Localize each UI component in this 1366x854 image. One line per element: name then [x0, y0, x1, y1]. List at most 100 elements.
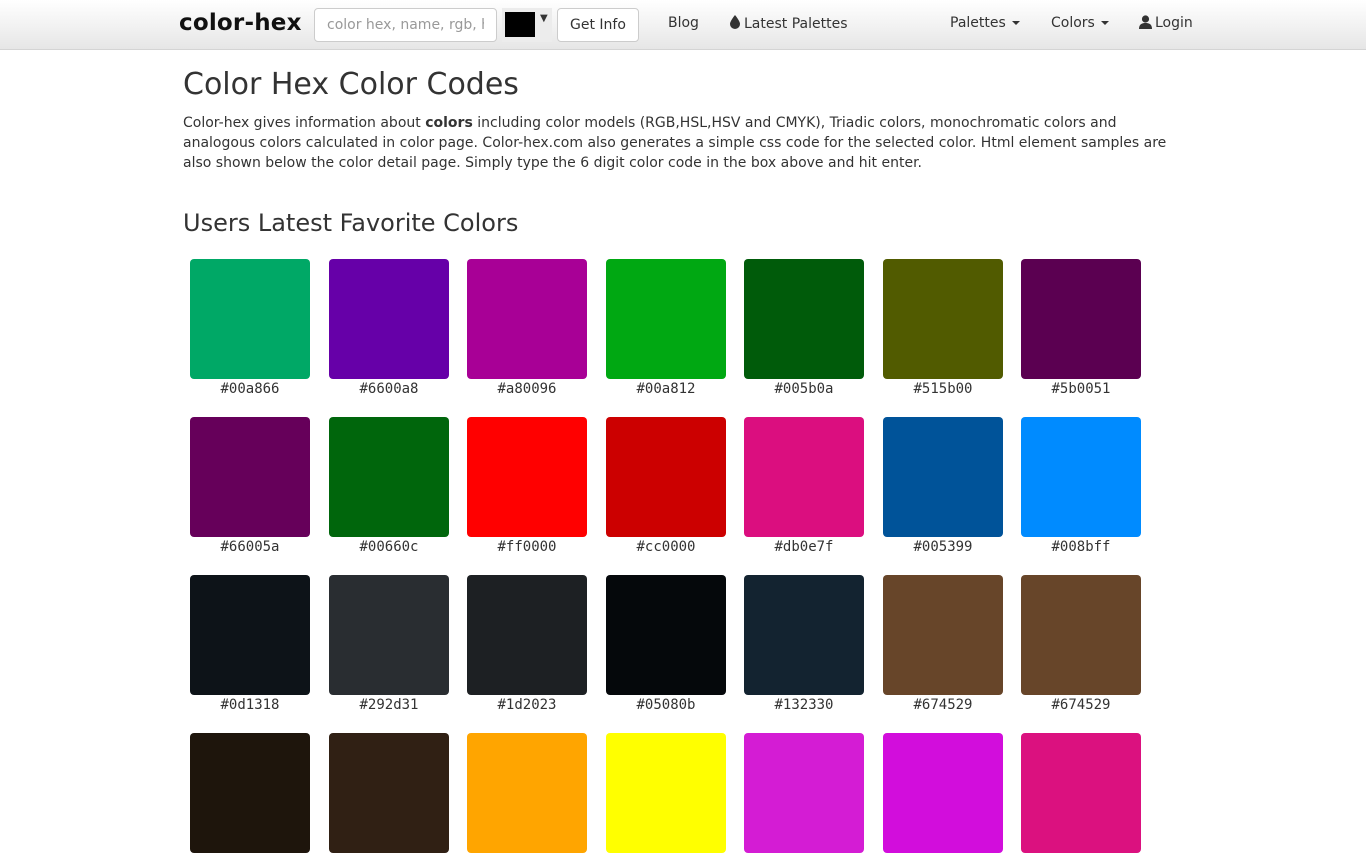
color-swatch[interactable]	[744, 259, 864, 379]
color-hex-label[interactable]: #0d1318	[183, 696, 317, 714]
color-swatch[interactable]	[883, 417, 1003, 537]
color-hex-label[interactable]: #005399	[876, 538, 1010, 556]
color-tile[interactable]	[183, 733, 317, 854]
color-tile[interactable]: #db0e7f	[737, 417, 871, 556]
color-swatch[interactable]	[883, 575, 1003, 695]
color-hex-label[interactable]: #a80096	[460, 380, 594, 398]
nav-login-label: Login	[1155, 15, 1193, 31]
color-swatch[interactable]	[467, 259, 587, 379]
color-swatch[interactable]	[1021, 259, 1141, 379]
color-tile[interactable]: #66005a	[183, 417, 317, 556]
color-swatch[interactable]	[190, 259, 310, 379]
color-swatch[interactable]	[1021, 575, 1141, 695]
color-picker[interactable]: ▼	[502, 8, 552, 42]
color-swatch[interactable]	[1021, 417, 1141, 537]
color-tile[interactable]: #05080b	[599, 575, 733, 714]
dropdown-arrow-icon[interactable]: ▼	[540, 13, 548, 24]
color-swatch[interactable]	[190, 575, 310, 695]
page-title: Color Hex Color Codes	[183, 67, 519, 102]
color-tile[interactable]: #292d31	[322, 575, 456, 714]
color-swatch[interactable]	[329, 259, 449, 379]
color-tile[interactable]: #005b0a	[737, 259, 871, 398]
color-hex-label[interactable]: #005b0a	[737, 380, 871, 398]
nav-latest-palettes[interactable]: Latest Palettes	[730, 15, 848, 33]
color-hex-label[interactable]: #00a812	[599, 380, 733, 398]
nav-colors-label: Colors	[1051, 15, 1095, 31]
favorites-section-title: Users Latest Favorite Colors	[183, 209, 519, 237]
color-swatch[interactable]	[467, 417, 587, 537]
color-swatch[interactable]	[190, 417, 310, 537]
color-tile[interactable]	[1014, 733, 1148, 854]
intro-text-start: Color-hex gives information about	[183, 115, 426, 131]
nav-palettes-label: Palettes	[950, 15, 1006, 31]
color-hex-label[interactable]: #008bff	[1014, 538, 1148, 556]
nav-blog-label: Blog	[668, 15, 699, 31]
color-hex-label[interactable]: #5b0051	[1014, 380, 1148, 398]
color-search-input[interactable]	[314, 8, 497, 42]
color-tile[interactable]: #008bff	[1014, 417, 1148, 556]
color-tile[interactable]: #132330	[737, 575, 871, 714]
color-tile[interactable]: #515b00	[876, 259, 1010, 398]
color-hex-label[interactable]: #515b00	[876, 380, 1010, 398]
color-tile[interactable]: #1d2023	[460, 575, 594, 714]
color-hex-label[interactable]: #6600a8	[322, 380, 456, 398]
color-hex-label[interactable]: #674529	[876, 696, 1010, 714]
color-swatch[interactable]	[883, 733, 1003, 853]
color-tile[interactable]	[737, 733, 871, 854]
color-hex-label[interactable]: #1d2023	[460, 696, 594, 714]
color-swatch[interactable]	[744, 733, 864, 853]
color-swatch[interactable]	[606, 733, 726, 853]
color-hex-label[interactable]: #674529	[1014, 696, 1148, 714]
color-tile[interactable]: #6600a8	[322, 259, 456, 398]
color-hex-label[interactable]: #05080b	[599, 696, 733, 714]
color-swatch[interactable]	[1021, 733, 1141, 853]
nav-palettes-dropdown[interactable]: Palettes	[950, 15, 1020, 31]
get-info-button[interactable]: Get Info	[557, 8, 639, 42]
user-icon	[1139, 15, 1152, 33]
color-swatch[interactable]	[467, 733, 587, 853]
color-swatch[interactable]	[744, 417, 864, 537]
color-tile[interactable]	[322, 733, 456, 854]
color-swatch[interactable]	[883, 259, 1003, 379]
color-tile[interactable]	[460, 733, 594, 854]
color-tile[interactable]: #a80096	[460, 259, 594, 398]
caret-down-icon	[1100, 21, 1109, 25]
color-hex-label[interactable]: #00a866	[183, 380, 317, 398]
nav-blog[interactable]: Blog	[668, 15, 699, 31]
color-tile[interactable]: #5b0051	[1014, 259, 1148, 398]
brand-logo[interactable]: color-hex	[179, 10, 302, 36]
color-swatch[interactable]	[467, 575, 587, 695]
color-tile[interactable]	[599, 733, 733, 854]
color-picker-swatch[interactable]	[505, 12, 535, 37]
nav-login[interactable]: Login	[1139, 15, 1193, 33]
intro-colors-keyword: colors	[425, 115, 473, 131]
color-hex-label[interactable]: #ff0000	[460, 538, 594, 556]
color-swatch[interactable]	[744, 575, 864, 695]
color-swatch[interactable]	[606, 575, 726, 695]
color-swatch[interactable]	[606, 417, 726, 537]
color-tile[interactable]: #00a866	[183, 259, 317, 398]
color-tile[interactable]: #cc0000	[599, 417, 733, 556]
color-hex-label[interactable]: #00660c	[322, 538, 456, 556]
color-hex-label[interactable]: #132330	[737, 696, 871, 714]
nav-latest-palettes-label: Latest Palettes	[744, 16, 848, 32]
navbar: color-hex ▼ Get Info Blog Latest Palette…	[0, 0, 1366, 50]
color-tile[interactable]: #ff0000	[460, 417, 594, 556]
nav-colors-dropdown[interactable]: Colors	[1051, 15, 1109, 31]
color-hex-label[interactable]: #db0e7f	[737, 538, 871, 556]
color-swatch[interactable]	[329, 733, 449, 853]
color-tile[interactable]	[876, 733, 1010, 854]
color-swatch[interactable]	[190, 733, 310, 853]
color-tile[interactable]: #674529	[876, 575, 1010, 714]
color-tile[interactable]: #005399	[876, 417, 1010, 556]
color-hex-label[interactable]: #cc0000	[599, 538, 733, 556]
color-tile[interactable]: #674529	[1014, 575, 1148, 714]
color-tile[interactable]: #00a812	[599, 259, 733, 398]
color-swatch[interactable]	[606, 259, 726, 379]
color-hex-label[interactable]: #66005a	[183, 538, 317, 556]
color-swatch[interactable]	[329, 575, 449, 695]
color-tile[interactable]: #00660c	[322, 417, 456, 556]
color-hex-label[interactable]: #292d31	[322, 696, 456, 714]
color-tile[interactable]: #0d1318	[183, 575, 317, 714]
color-swatch[interactable]	[329, 417, 449, 537]
